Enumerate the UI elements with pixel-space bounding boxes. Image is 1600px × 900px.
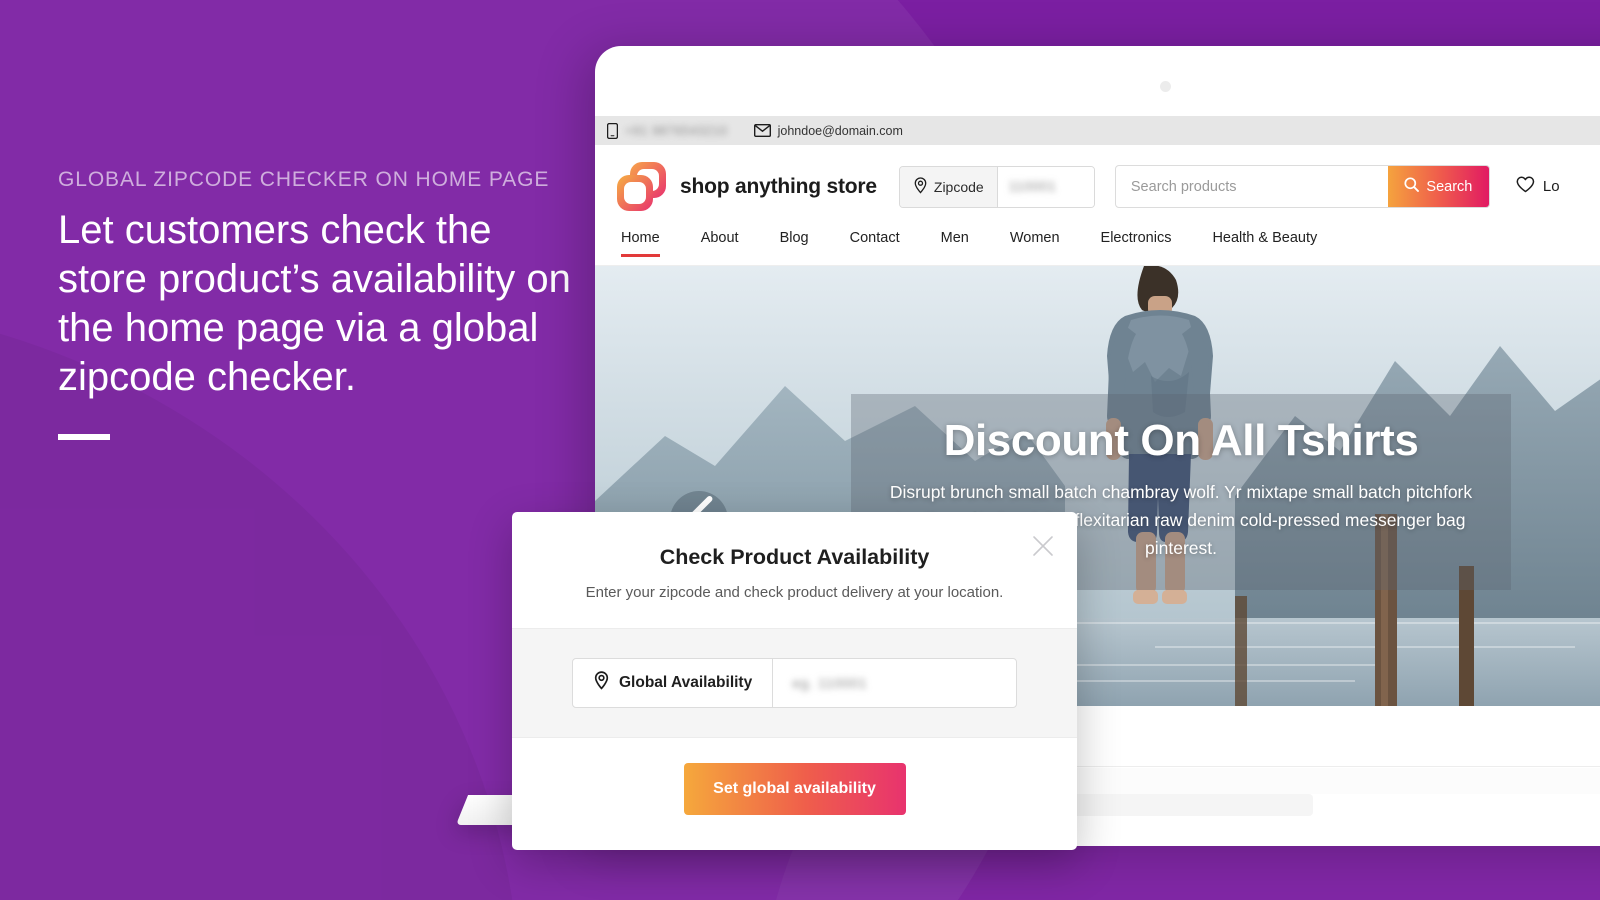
- zipcode-value: 110001: [1008, 179, 1057, 194]
- nav-item-blog[interactable]: Blog: [780, 228, 809, 257]
- modal-close-button[interactable]: [1031, 534, 1055, 558]
- modal-footer: Set global availability: [512, 738, 1077, 840]
- global-availability-label: Global Availability: [619, 674, 753, 691]
- heart-icon: [1516, 176, 1535, 197]
- location-pin-icon: [593, 671, 610, 695]
- modal-subtitle: Enter your zipcode and check product del…: [585, 584, 1004, 601]
- nav-item-men[interactable]: Men: [941, 228, 969, 257]
- promo-copy: GLOBAL ZIPCODE CHECKER ON HOME PAGE Let …: [58, 168, 578, 440]
- header-zipcode-widget[interactable]: Zipcode 110001: [898, 165, 1095, 208]
- search-button-label: Search: [1426, 178, 1473, 195]
- brand-name[interactable]: shop anything store: [680, 175, 877, 199]
- search-input[interactable]: [1115, 166, 1388, 207]
- promo-headline: Let customers check the store product’s …: [58, 208, 571, 399]
- logo-square-front-inner: [624, 181, 646, 204]
- topbar-email[interactable]: johndoe@domain.com: [753, 123, 903, 138]
- nav-item-about[interactable]: About: [701, 228, 739, 257]
- global-availability-field[interactable]: Global Availability eg. 110001: [572, 658, 1017, 708]
- nav-item-contact[interactable]: Contact: [850, 228, 900, 257]
- nav-item-home[interactable]: Home: [621, 228, 660, 257]
- zipcode-value-box[interactable]: 110001: [997, 166, 1094, 207]
- topbar-phone[interactable]: +91 9876543210: [607, 122, 728, 139]
- envelope-icon: [753, 124, 771, 137]
- modal-body: Global Availability eg. 110001: [512, 628, 1077, 738]
- phone-icon: [607, 122, 618, 139]
- search-icon: [1404, 177, 1420, 196]
- topbar-phone-text: +91 9876543210: [625, 123, 728, 138]
- modal-title: Check Product Availability: [659, 545, 930, 569]
- search-button[interactable]: Search: [1387, 166, 1489, 207]
- product-search-widget[interactable]: Search: [1114, 165, 1490, 208]
- wishlist-link[interactable]: Lo: [1516, 176, 1560, 197]
- modal-header: Check Product Availability Enter your zi…: [512, 512, 1077, 628]
- zipcode-input-wrapper[interactable]: eg. 110001: [773, 659, 1016, 707]
- global-availability-label-group: Global Availability: [573, 659, 774, 707]
- nav-item-health-beauty[interactable]: Health & Beauty: [1212, 228, 1317, 257]
- close-icon: [1033, 536, 1053, 556]
- nav-item-women[interactable]: Women: [1010, 228, 1060, 257]
- topbar-email-text: johndoe@domain.com: [777, 123, 903, 138]
- promo-banner: GLOBAL ZIPCODE CHECKER ON HOME PAGE Let …: [0, 0, 1600, 900]
- set-global-availability-button[interactable]: Set global availability: [683, 763, 906, 815]
- location-pin-icon: [913, 176, 928, 197]
- site-topbar: +91 9876543210 johndoe@domain.com Sell w…: [595, 116, 1600, 145]
- site-header: shop anything store Zipcode 110001 Searc…: [595, 145, 1600, 228]
- promo-underline-rule: [58, 434, 110, 440]
- store-logo-icon[interactable]: [617, 161, 667, 212]
- zipcode-label: Zipcode: [933, 178, 984, 195]
- device-camera-dot: [1160, 81, 1171, 92]
- wishlist-label: Lo: [1542, 178, 1560, 195]
- zipcode-input-placeholder: eg. 110001: [792, 675, 868, 691]
- zipcode-label-group: Zipcode: [899, 166, 998, 207]
- nav-item-electronics[interactable]: Electronics: [1101, 228, 1172, 257]
- availability-modal: Check Product Availability Enter your zi…: [512, 512, 1077, 850]
- site-nav: Home About Blog Contact Men Women Electr…: [595, 228, 1600, 266]
- promo-eyebrow: GLOBAL ZIPCODE CHECKER ON HOME PAGE: [58, 168, 550, 191]
- hero-title: Discount On All Tshirts: [943, 416, 1419, 465]
